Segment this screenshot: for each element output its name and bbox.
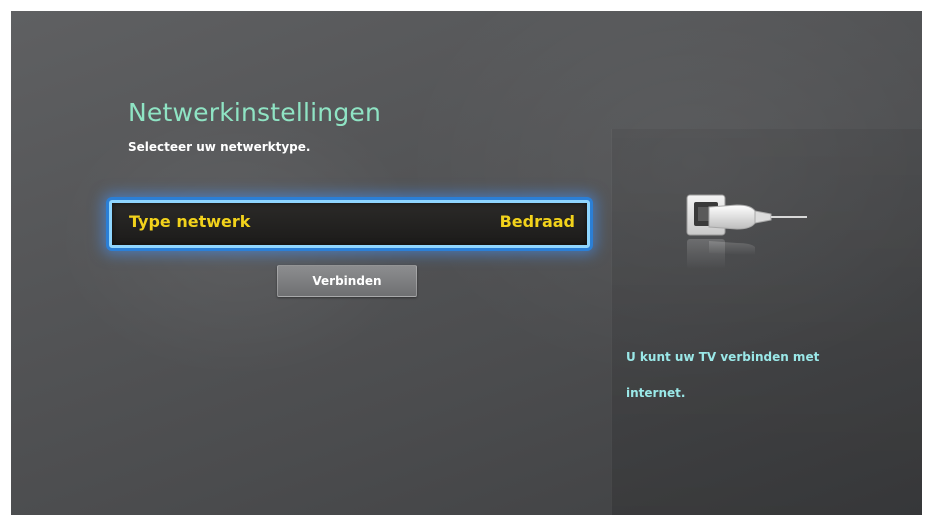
tv-screen: Netwerkinstellingen Selecteer uw netwerk… [11, 11, 922, 515]
page-subtitle: Selecteer uw netwerktype. [128, 140, 311, 154]
ethernet-plug-icon [679, 181, 809, 291]
page-title: Netwerkinstellingen [128, 98, 382, 127]
info-description: U kunt uw TV verbinden met internet. [626, 339, 886, 411]
network-type-value: Bedraad [499, 212, 575, 231]
network-type-label: Type netwerk [129, 212, 251, 231]
connect-button[interactable]: Verbinden [277, 265, 417, 297]
info-line-2: internet. [626, 386, 686, 400]
network-type-selector[interactable]: Type netwerk Bedraad [109, 200, 590, 248]
info-line-1: U kunt uw TV verbinden met [626, 350, 820, 364]
